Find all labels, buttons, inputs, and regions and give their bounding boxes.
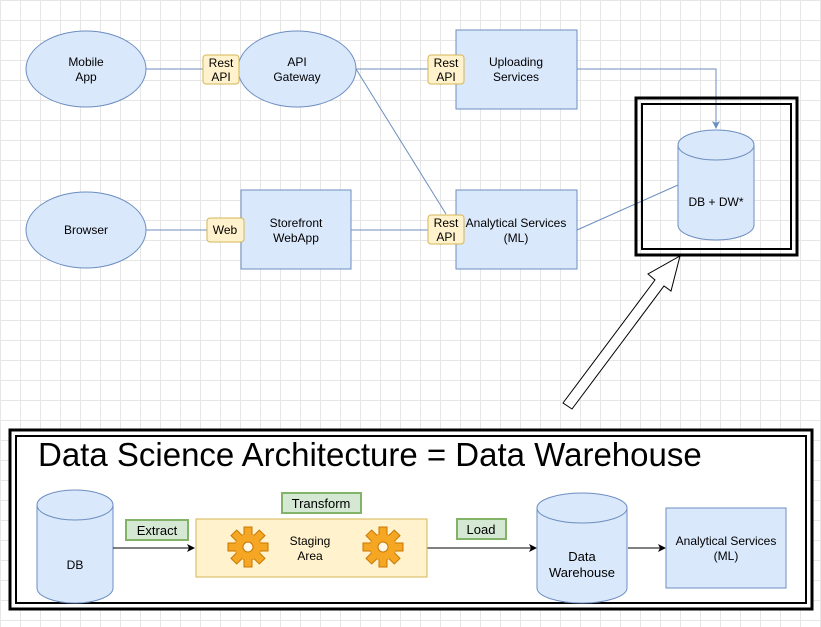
mobile-app-node[interactable]: Mobile App <box>25 30 147 108</box>
rest-api-2-label-2: API <box>436 70 455 84</box>
transform-label: Transform <box>292 496 351 511</box>
transform-label-box: Transform <box>281 492 362 514</box>
extract-label-box: Extract <box>125 519 189 541</box>
dw-label-1: Data <box>568 549 596 564</box>
db-bottom-node[interactable]: DB <box>36 489 114 604</box>
browser-node[interactable]: Browser <box>25 191 147 269</box>
analytical-top-label-2: (ML) <box>504 231 529 245</box>
bottom-title: Data Science Architecture = Data Warehou… <box>38 436 702 473</box>
storefront-label-1: Storefront <box>270 216 323 230</box>
analytical-services-bottom-node[interactable]: Analytical Services (ML) <box>665 507 787 589</box>
analytical-top-label-1: Analytical Services <box>466 216 567 230</box>
edge-gateway-analytical <box>355 68 447 215</box>
load-label-box: Load <box>456 518 507 540</box>
rest-api-1-label-2: API <box>211 70 230 84</box>
api-gateway-label-2: Gateway <box>273 70 320 84</box>
uploading-services-node[interactable]: Uploading Services <box>455 29 578 110</box>
rest-api-1-label-1: Rest <box>209 56 234 70</box>
storefront-node[interactable]: Storefront WebApp <box>240 189 352 270</box>
load-label: Load <box>467 522 496 537</box>
edges-top <box>146 68 720 231</box>
analytical-bottom-label-2: (ML) <box>714 549 739 563</box>
mobile-app-label-1: Mobile <box>68 55 104 69</box>
api-gateway-label-1: API <box>287 55 306 69</box>
gear-icon <box>227 526 269 568</box>
db-bottom-label: DB <box>67 558 84 572</box>
web-tag: Web <box>206 217 245 243</box>
uploading-label-2: Services <box>493 70 539 84</box>
api-gateway-node[interactable]: API Gateway <box>237 30 357 108</box>
rest-api-3-label-1: Rest <box>434 216 459 230</box>
storefront-label-2: WebApp <box>273 231 319 245</box>
analytical-bottom-label-1: Analytical Services <box>676 534 777 548</box>
uploading-label-1: Uploading <box>489 55 543 69</box>
mobile-app-label-2: App <box>75 70 97 84</box>
edge-analytical-db <box>576 184 679 231</box>
browser-label: Browser <box>64 223 108 237</box>
rest-api-2-label-1: Rest <box>434 56 459 70</box>
rest-api-3-label-2: API <box>436 230 455 244</box>
architecture-diagram: Mobile App Browser API Gateway Storefron… <box>8 29 814 611</box>
db-dw-node[interactable]: DB + DW* <box>677 129 755 241</box>
hollow-arrow <box>562 254 681 410</box>
rest-api-tag-1: Rest API <box>202 54 240 85</box>
analytical-services-top-node[interactable]: Analytical Services (ML) <box>455 189 578 270</box>
gear-icon <box>362 526 404 568</box>
extract-label: Extract <box>137 523 178 538</box>
staging-area-node[interactable]: Staging Area <box>195 518 428 578</box>
rest-api-tag-2: Rest API <box>427 54 465 85</box>
staging-label-2: Area <box>297 549 323 563</box>
dw-label-2: Warehouse <box>549 565 615 580</box>
staging-label-1: Staging <box>290 534 331 548</box>
web-tag-label: Web <box>213 223 238 237</box>
db-dw-label: DB + DW* <box>688 195 743 209</box>
rest-api-tag-3: Rest API <box>427 214 465 245</box>
data-warehouse-node[interactable]: Data Warehouse <box>536 492 628 604</box>
